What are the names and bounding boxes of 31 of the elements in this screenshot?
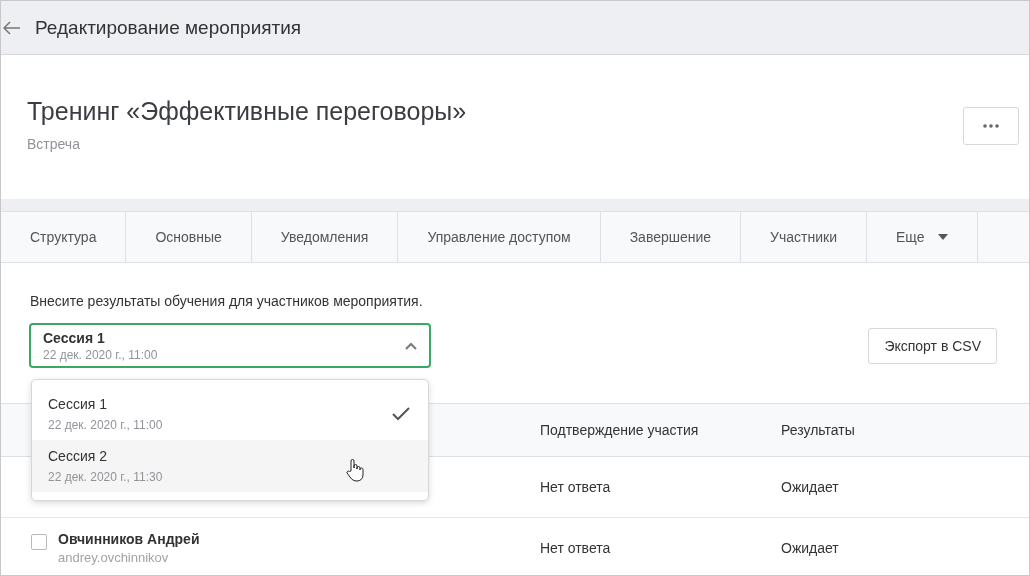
session-select[interactable]: Сессия 1 22 дек. 2020 г., 11:00 (29, 323, 431, 368)
tab[interactable]: Участники (741, 212, 867, 262)
table-cell-text: Ожидает (781, 540, 840, 556)
check-icon (392, 407, 410, 421)
hand-cursor-icon (346, 458, 364, 482)
caret-icon (938, 234, 949, 240)
more-button[interactable] (963, 107, 1019, 145)
back-arrow-icon[interactable] (3, 20, 21, 35)
export-button[interactable]: Экспорт в CSV (868, 327, 997, 364)
session-option[interactable]: Сессия 2 22 дек. 2020 г., 11:30 (32, 440, 428, 492)
page-title: Редактирование мероприятия (35, 16, 302, 39)
tab[interactable]: Основные (126, 212, 252, 262)
table-cell-text: Нет ответа (540, 479, 612, 495)
row-checkbox[interactable] (31, 534, 47, 550)
column-header: Результаты (781, 422, 856, 438)
tab[interactable]: Структура (1, 212, 127, 262)
participant-name: Овчинников Андрей (58, 531, 200, 547)
session-option[interactable]: Сессия 1 22 дек. 2020 г., 11:00 (32, 388, 428, 440)
tab[interactable]: Завершение (600, 212, 742, 262)
event-type: Встреча (27, 136, 81, 152)
more-icon (983, 124, 999, 128)
tab[interactable]: Уведомления (251, 212, 399, 262)
table-cell-text: Ожидает (781, 479, 840, 495)
column-header: Подтверждение участия (540, 422, 700, 438)
instruction-text: Внесите результаты обучения для участников мероприятия. (29, 292, 424, 309)
chevron-icon (405, 341, 417, 350)
participant-login: andrey.ovchinnikov (58, 550, 170, 565)
tab[interactable]: Еще (867, 212, 979, 262)
tab[interactable]: Управление доступом (398, 212, 601, 262)
event-title: Тренинг «Эффективные переговоры» (27, 97, 467, 126)
table-cell-text: Нет ответа (540, 540, 612, 556)
